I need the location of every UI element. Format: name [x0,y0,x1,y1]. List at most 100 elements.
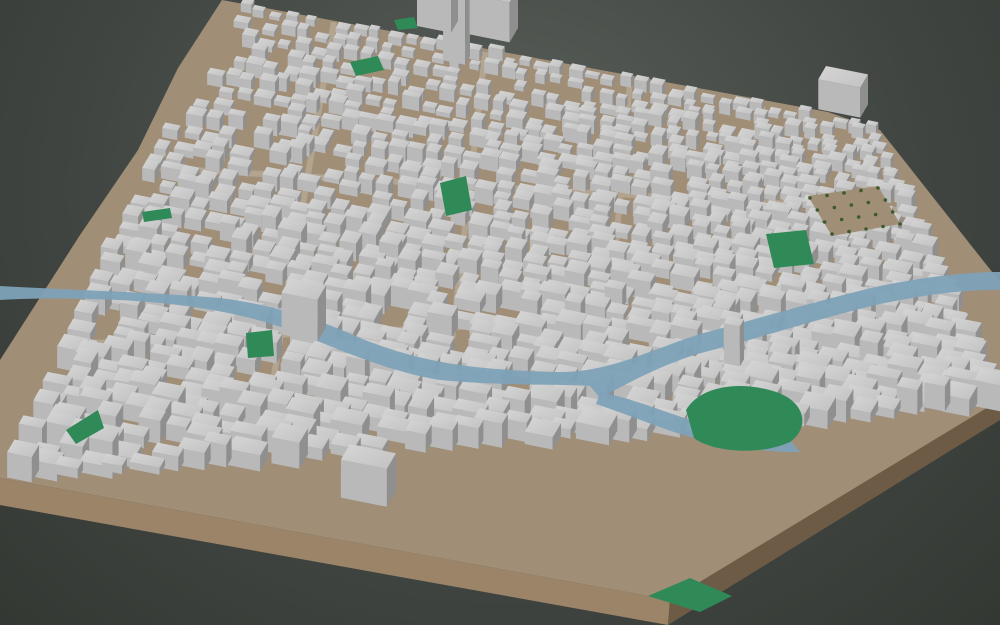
tree [808,196,812,200]
building [631,178,651,198]
building-side-face [739,319,744,367]
building [253,88,276,108]
tree [866,200,871,205]
building [572,168,590,192]
tree [898,222,902,226]
building [647,106,666,128]
building [387,75,402,96]
building [719,97,733,116]
building-front-face [205,156,220,173]
building-front-face [7,452,32,483]
building [702,118,716,133]
tree [890,210,895,214]
tree [832,205,837,210]
building [402,89,422,112]
tree [822,220,827,224]
building [974,368,1000,412]
tree [883,198,888,202]
building [581,85,595,104]
building [531,88,547,108]
tree [873,212,878,217]
building [405,420,432,453]
building-front-face [142,167,155,183]
building [610,173,634,195]
building [252,4,266,19]
building-front-face [719,101,731,116]
building [535,68,548,85]
building-front-face [924,382,945,412]
building-front-face [389,204,405,222]
city-model-scene [0,0,1000,625]
building-front-face [206,116,220,132]
building-front-face [281,292,318,342]
building [459,83,476,97]
building [512,189,535,211]
building [265,260,288,286]
building-side-face [465,0,470,65]
tree [847,229,851,234]
building [427,416,458,451]
building [726,179,744,195]
building [269,142,292,166]
building [406,33,420,46]
building-front-face [441,161,454,179]
tree [876,186,880,190]
building [162,122,181,141]
building [620,71,634,88]
park-middle [246,330,274,358]
building-front-face [387,80,398,96]
building [616,93,628,108]
building [599,87,616,106]
building [614,198,631,215]
tree [839,217,844,222]
office-block [417,0,458,33]
building [457,247,483,277]
building [208,191,231,214]
building [281,19,299,38]
building-side-face [509,0,518,43]
building [505,108,528,131]
building [206,108,224,132]
tree [849,203,854,207]
tree [825,193,829,198]
building [237,86,254,102]
building [271,422,308,469]
tree [856,215,861,219]
building [545,102,565,121]
building [896,376,923,415]
building-front-face [723,323,740,367]
building [575,407,618,446]
building [469,59,481,71]
building [667,91,684,107]
south-block [340,444,396,507]
building [784,117,802,139]
tree [815,208,820,212]
building [358,172,376,196]
building-front-face [417,0,451,33]
building [343,43,360,62]
building [233,55,248,71]
building [413,59,432,78]
tree [842,191,846,195]
tree [881,224,885,229]
building-front-face [305,98,317,115]
building [484,57,501,76]
building [253,125,274,151]
tree [830,232,834,236]
building [7,439,40,483]
building [682,110,700,132]
building-front-face [455,103,466,119]
building [375,113,397,134]
park-north [394,17,418,30]
building [441,155,458,179]
building-front-face [531,93,544,108]
building [240,0,255,14]
east-office-block [818,66,868,118]
building [820,120,835,136]
building-front-face [535,73,545,85]
building [576,123,592,147]
building [851,121,866,140]
park-east [766,230,814,268]
church-tower [723,316,744,367]
building [305,92,321,115]
